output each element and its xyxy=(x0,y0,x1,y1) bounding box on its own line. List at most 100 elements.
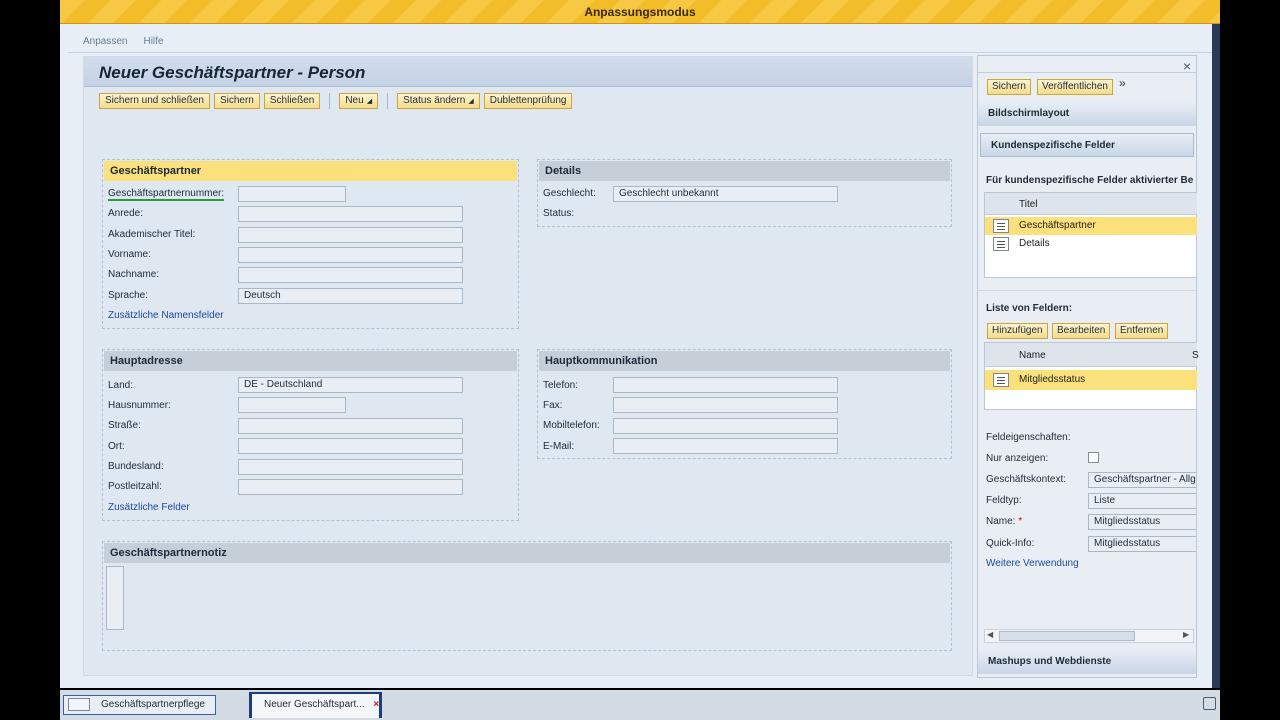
postal-code-label: Postleitzahl: xyxy=(108,481,162,492)
details-section: Details Geschlecht: Geschlecht unbekannt… xyxy=(537,159,952,227)
tab-business-partner-maintenance[interactable]: Geschäftspartnerpflege xyxy=(63,695,216,715)
language-select[interactable]: Deutsch xyxy=(238,288,463,304)
state-input[interactable] xyxy=(238,459,463,475)
dropdown-arrow-icon: ◢ xyxy=(366,98,373,105)
name-label: Name: * xyxy=(986,516,1022,527)
partner-note-textarea[interactable] xyxy=(106,566,124,630)
last-name-input[interactable] xyxy=(238,267,463,283)
country-select[interactable]: DE - Deutschland xyxy=(238,377,463,393)
gender-label: Geschlecht: xyxy=(543,188,596,199)
menu-divider xyxy=(68,52,1212,53)
publish-button[interactable]: Veröffentlichen xyxy=(1037,79,1113,95)
first-name-input[interactable] xyxy=(238,247,463,263)
panel-divider xyxy=(978,72,1196,73)
horizontal-scrollbar[interactable]: ◀ ▶ xyxy=(984,629,1194,643)
tab-icon xyxy=(68,698,90,711)
display-only-checkbox[interactable] xyxy=(1088,452,1099,463)
house-number-input[interactable] xyxy=(238,397,346,413)
academic-title-input[interactable] xyxy=(238,227,463,243)
salutation-input[interactable] xyxy=(238,206,463,222)
custom-fields-header[interactable]: Kundenspezifische Felder xyxy=(980,133,1194,157)
further-usage-link[interactable]: Weitere Verwendung xyxy=(986,558,1079,569)
table-row[interactable]: Mitgliedsstatus xyxy=(985,370,1197,390)
display-only-label: Nur anzeigen: xyxy=(986,453,1049,464)
salutation-label: Anrede: xyxy=(108,208,144,219)
main-communication-section: Hauptkommunikation Telefon: Fax: Mobilte… xyxy=(537,349,952,459)
toolbar: Sichern und schließen Sichern Schließen … xyxy=(99,92,573,110)
remove-field-button[interactable]: Entfernen xyxy=(1115,323,1169,339)
scroll-left-icon[interactable]: ◀ xyxy=(987,630,993,639)
close-tab-icon[interactable]: × xyxy=(373,699,379,710)
partner-number-input[interactable] xyxy=(238,186,346,202)
quick-info-label: Quick-Info: xyxy=(986,538,1035,549)
screen-layout-header[interactable]: Bildschirmlayout xyxy=(978,102,1196,126)
window-border xyxy=(1212,24,1220,688)
mobile-label: Mobiltelefon: xyxy=(543,420,600,431)
email-input[interactable] xyxy=(613,438,838,454)
toolbar-separator xyxy=(387,93,389,109)
city-label: Ort: xyxy=(108,441,125,452)
duplicate-check-button[interactable]: Dublettenprüfung xyxy=(483,93,573,109)
mobile-input[interactable] xyxy=(613,418,838,434)
row-title: Details xyxy=(1019,238,1050,249)
mashups-header[interactable]: Mashups und Webdienste xyxy=(978,650,1196,674)
language-label: Sprache: xyxy=(108,290,149,301)
fields-table-header: Name S xyxy=(985,343,1199,367)
col-name: Name xyxy=(1019,350,1046,361)
tab-new-business-partner[interactable]: Neuer Geschäftspart... × xyxy=(249,692,382,718)
business-context-label: Geschäftskontext: xyxy=(986,474,1067,485)
field-type-field[interactable]: Liste xyxy=(1088,493,1196,509)
additional-fields-link[interactable]: Zusätzliche Felder xyxy=(108,502,190,513)
house-number-label: Hausnummer: xyxy=(108,400,171,411)
business-partner-header: Geschäftspartner xyxy=(104,161,517,181)
field-type-label: Feldtyp: xyxy=(986,495,1022,506)
tab1-label: Geschäftspartnerpflege xyxy=(101,699,205,710)
phone-input[interactable] xyxy=(613,377,838,393)
partner-number-label: Geschäftspartnernummer: xyxy=(108,188,225,201)
close-button[interactable]: Schließen xyxy=(263,93,321,109)
field-list-label: Liste von Feldern: xyxy=(986,303,1073,314)
menu-help[interactable]: Hilfe xyxy=(143,36,163,47)
activated-sections-label: Für kundenspezifische Felder aktivierter… xyxy=(986,175,1194,186)
add-field-button[interactable]: Hinzufügen xyxy=(987,323,1048,339)
fax-label: Fax: xyxy=(543,400,563,411)
phone-label: Telefon: xyxy=(543,380,579,391)
main-form: Neuer Geschäftspartner - Person Sichern … xyxy=(83,56,973,676)
customization-panel: × Sichern Veröffentlichen » Bildschirmla… xyxy=(977,55,1199,678)
page-title: Neuer Geschäftspartner - Person xyxy=(99,63,366,82)
street-input[interactable] xyxy=(238,418,463,434)
edit-field-button[interactable]: Bearbeiten xyxy=(1052,323,1111,339)
table-row[interactable]: Details xyxy=(985,235,1197,253)
new-button[interactable]: Neu ◢ xyxy=(339,93,379,109)
business-context-field[interactable]: Geschäftspartner - Allg xyxy=(1088,472,1196,488)
col-s: S xyxy=(1192,350,1199,361)
city-input[interactable] xyxy=(238,438,463,454)
academic-title-label: Akademischer Titel: xyxy=(108,229,196,240)
save-and-close-button[interactable]: Sichern und schließen xyxy=(99,93,210,109)
customizing-mode-banner: Anpassungsmodus xyxy=(60,0,1220,24)
additional-name-fields-link[interactable]: Zusätzliche Namensfelder xyxy=(108,310,224,321)
country-label: Land: xyxy=(108,380,134,391)
panel-save-button[interactable]: Sichern xyxy=(987,79,1031,95)
panel-divider xyxy=(978,290,1196,291)
sections-table: Titel Geschäftspartner Details xyxy=(984,192,1197,278)
name-field[interactable]: Mitgliedsstatus xyxy=(1088,514,1196,530)
scroll-right-icon[interactable]: ▶ xyxy=(1183,630,1189,639)
change-status-button[interactable]: Status ändern ◢ xyxy=(397,93,480,109)
scrollbar-thumb[interactable] xyxy=(999,631,1135,641)
table-row[interactable]: Geschäftspartner xyxy=(985,217,1197,235)
save-button[interactable]: Sichern xyxy=(213,93,260,109)
window-list-icon[interactable] xyxy=(1203,697,1216,710)
field-properties-label: Feldeigenschaften: xyxy=(986,432,1071,443)
required-marker: * xyxy=(1018,516,1023,527)
fields-table: Name S Mitgliedsstatus xyxy=(984,342,1199,410)
new-button-label: Neu xyxy=(345,95,364,106)
fax-input[interactable] xyxy=(613,397,838,413)
gender-select[interactable]: Geschlecht unbekannt xyxy=(613,186,838,202)
main-address-section: Hauptadresse Land: DE - Deutschland Haus… xyxy=(102,349,519,521)
postal-code-input[interactable] xyxy=(238,479,463,495)
more-icon[interactable]: » xyxy=(1119,76,1126,90)
menu-customize[interactable]: Anpassen xyxy=(83,36,127,47)
section-icon xyxy=(993,237,1009,251)
quick-info-field[interactable]: Mitgliedsstatus xyxy=(1088,536,1196,552)
